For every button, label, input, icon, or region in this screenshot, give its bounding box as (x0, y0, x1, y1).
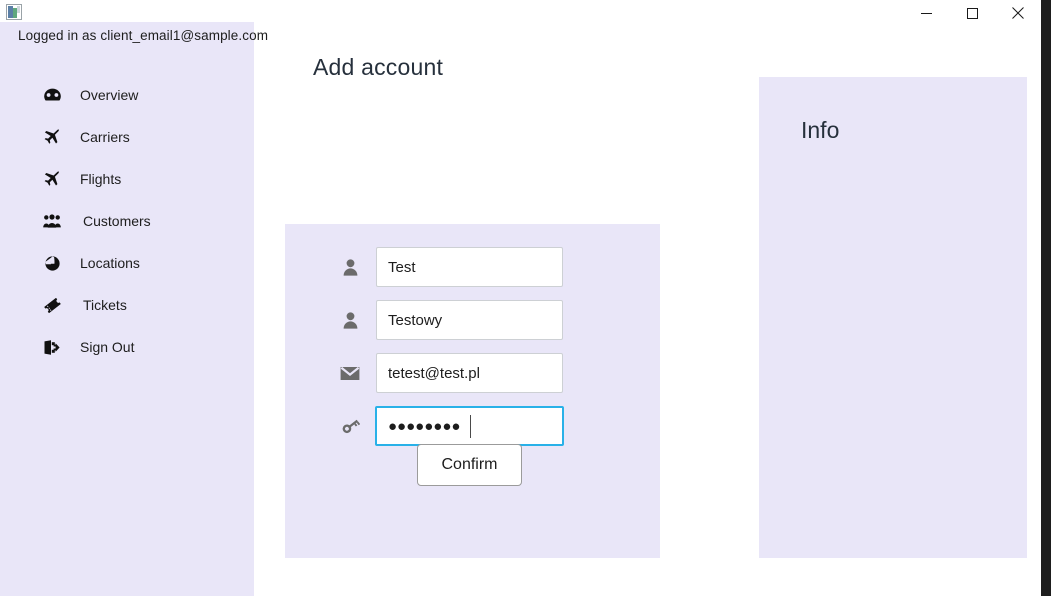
globe-icon (41, 256, 63, 271)
sidebar-item-carriers[interactable]: Carriers (0, 116, 254, 158)
sidebar: Logged in as client_email1@sample.com Ov… (0, 22, 254, 596)
minimize-button[interactable] (903, 0, 949, 26)
logged-in-status: Logged in as client_email1@sample.com (18, 28, 268, 43)
form-row-email (285, 353, 660, 393)
close-button[interactable] (995, 0, 1041, 26)
info-panel: Info (759, 77, 1027, 558)
add-account-form-panel: Confirm (285, 224, 660, 558)
form-row-last-name (285, 300, 660, 340)
info-panel-title: Info (801, 117, 839, 144)
key-icon (338, 414, 362, 438)
dashboard-icon (41, 88, 63, 102)
app-window: Logged in as client_email1@sample.com Ov… (0, 0, 1051, 596)
plane-icon (41, 129, 63, 145)
last-name-input[interactable] (376, 300, 563, 340)
maximize-icon (967, 8, 978, 19)
envelope-icon (338, 361, 362, 385)
person-icon (338, 255, 362, 279)
desktop-background-strip (1041, 0, 1051, 596)
users-icon (41, 214, 63, 228)
sidebar-nav: Overview Carriers Flights (0, 74, 254, 368)
minimize-icon (921, 8, 932, 19)
sidebar-item-label: Customers (83, 213, 151, 229)
sidebar-item-label: Sign Out (80, 339, 134, 355)
email-input[interactable] (376, 353, 563, 393)
sidebar-item-tickets[interactable]: Tickets (0, 284, 254, 326)
ticket-icon (41, 298, 63, 313)
person-icon (338, 308, 362, 332)
plane-icon (41, 171, 63, 187)
close-icon (1012, 7, 1024, 19)
sidebar-item-customers[interactable]: Customers (0, 200, 254, 242)
sidebar-item-label: Overview (80, 87, 138, 103)
sidebar-item-label: Tickets (83, 297, 127, 313)
page-title: Add account (313, 54, 443, 81)
sign-out-icon (41, 340, 63, 355)
confirm-button[interactable]: Confirm (417, 444, 522, 486)
text-caret (470, 415, 471, 438)
form-row-first-name (285, 247, 660, 287)
maximize-button[interactable] (949, 0, 995, 26)
sidebar-item-label: Carriers (80, 129, 130, 145)
form-row-password (285, 406, 660, 446)
sidebar-item-sign-out[interactable]: Sign Out (0, 326, 254, 368)
sidebar-item-locations[interactable]: Locations (0, 242, 254, 284)
sidebar-item-label: Locations (80, 255, 140, 271)
sidebar-item-label: Flights (80, 171, 121, 187)
app-window-icon (6, 4, 22, 20)
first-name-input[interactable] (376, 247, 563, 287)
window-controls (903, 0, 1041, 26)
sidebar-item-overview[interactable]: Overview (0, 74, 254, 116)
sidebar-item-flights[interactable]: Flights (0, 158, 254, 200)
